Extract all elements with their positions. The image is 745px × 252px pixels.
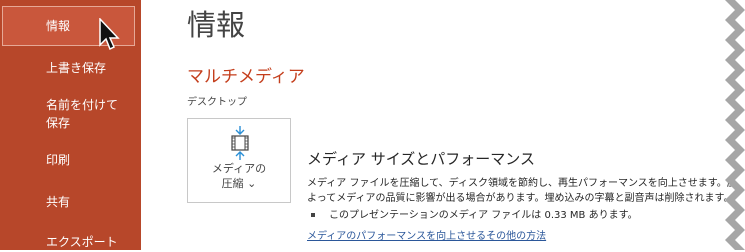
compress-media-label: メディアの 圧縮 ⌄ [211, 162, 267, 190]
compress-media-icon [231, 126, 249, 160]
sidebar-item-print[interactable]: 印刷 [0, 150, 141, 170]
media-size-info: このプレゼンテーションのメディア ファイルは 0.33 MB あります。 [311, 206, 638, 221]
sidebar-item-share[interactable]: 共有 [0, 192, 141, 212]
file-location: デスクトップ [187, 97, 247, 108]
sidebar-item-save-as[interactable]: 名前を付けて保存 [0, 96, 141, 132]
compress-media-button[interactable]: メディアの 圧縮 ⌄ [187, 118, 291, 203]
mouse-pointer-icon [99, 18, 120, 51]
backstage-sidebar: 情報 上書き保存 名前を付けて保存 印刷 共有 エクスポート [0, 0, 141, 250]
media-size-heading: メディア サイズとパフォーマンス [307, 150, 535, 168]
sidebar-item-export[interactable]: エクスポート [0, 232, 141, 252]
sidebar-item-save[interactable]: 上書き保存 [0, 58, 141, 78]
torn-edge-decoration [725, 0, 745, 250]
media-performance-link[interactable]: メディアのパフォーマンスを向上させるその他の方法 [307, 227, 546, 242]
bullet-icon [311, 213, 315, 217]
page-title: 情報 [187, 8, 246, 42]
main-panel: 情報 マルチメディア デスクトップ メディアの 圧縮 ⌄ メディア サイズとパフ… [141, 0, 745, 250]
section-title: マルチメディア [187, 67, 305, 87]
media-description: メディア ファイルを圧縮して、ディスク領域を節約し、再生パフォーマンスを向上させ… [307, 178, 745, 204]
